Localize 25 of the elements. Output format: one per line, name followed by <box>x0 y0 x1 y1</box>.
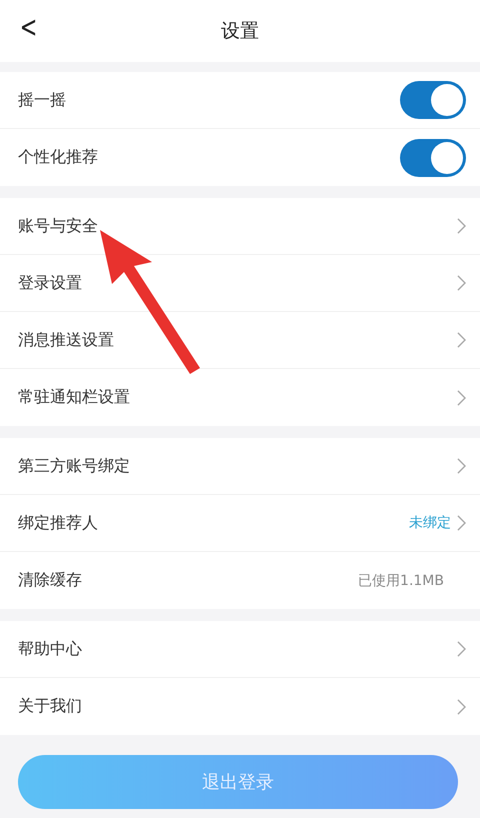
chevron-right-icon[interactable] <box>457 275 466 291</box>
chevron-right-icon[interactable] <box>457 515 466 531</box>
setting-label: 第三方账号绑定 <box>18 456 130 476</box>
setting-label: 登录设置 <box>18 272 82 294</box>
status-value: 未绑定 <box>409 514 451 532</box>
chevron-right-icon[interactable] <box>457 218 466 234</box>
back-button[interactable]: < <box>20 10 38 45</box>
cache-size: 已使用1.1MB <box>358 572 444 590</box>
setting-label: 账号与安全 <box>18 216 98 236</box>
setting-label: 帮助中心 <box>18 638 82 660</box>
setting-label: 清除缓存 <box>18 570 82 591</box>
setting-label: 摇一摇 <box>18 90 66 110</box>
setting-label: 消息推送设置 <box>18 330 114 350</box>
setting-label: 关于我们 <box>18 696 82 717</box>
setting-label: 个性化推荐 <box>18 147 98 168</box>
chevron-right-icon[interactable] <box>457 332 466 348</box>
setting-label: 绑定推荐人 <box>18 512 98 534</box>
chevron-right-icon[interactable] <box>457 458 466 474</box>
setting-label: 常驻通知栏设置 <box>18 387 130 408</box>
chevron-right-icon[interactable] <box>457 390 466 406</box>
page-title: 设置 <box>221 19 259 44</box>
toggle-switch[interactable] <box>400 138 466 176</box>
toggle-switch[interactable] <box>400 81 466 119</box>
chevron-right-icon[interactable] <box>457 641 466 657</box>
chevron-right-icon[interactable] <box>457 698 466 714</box>
